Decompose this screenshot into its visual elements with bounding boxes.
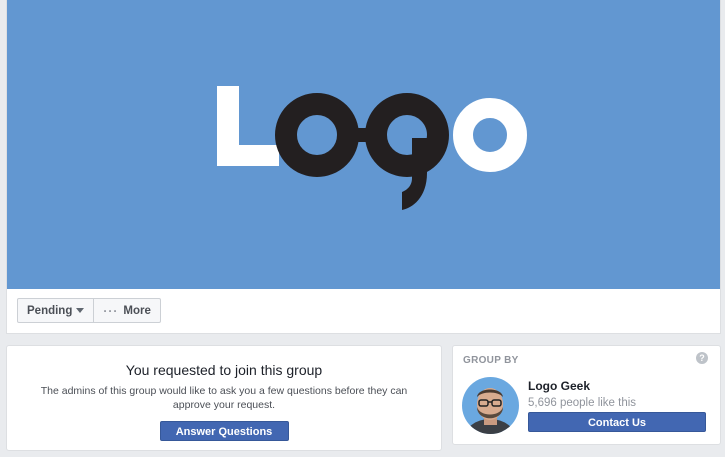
group-action-bar: Pending ··· More [17, 298, 161, 323]
join-request-card: You requested to join this group The adm… [6, 345, 442, 451]
contact-us-button[interactable]: Contact Us [528, 412, 706, 432]
more-dots-icon: ··· [103, 303, 119, 318]
group-by-card: GROUP BY ? Logo Geek 5,696 people like t… [452, 345, 721, 445]
caret-down-icon [76, 308, 85, 313]
cover-photo[interactable] [7, 0, 720, 289]
help-icon[interactable]: ? [696, 352, 708, 364]
pending-label: Pending [27, 304, 73, 317]
cover-card: Pending ··· More [6, 0, 721, 334]
more-label: More [123, 304, 151, 317]
page-name-link[interactable]: Logo Geek [528, 379, 590, 393]
join-subtitle: The admins of this group would like to a… [40, 385, 408, 411]
pending-button[interactable]: Pending [17, 298, 95, 323]
answer-questions-button[interactable]: Answer Questions [159, 421, 289, 441]
more-button[interactable]: ··· More [93, 298, 161, 323]
join-title: You requested to join this group [125, 362, 323, 378]
avatar[interactable] [462, 377, 519, 434]
group-logo [217, 86, 527, 210]
page-likes-count: 5,696 people like this [528, 397, 637, 409]
group-by-heading: GROUP BY [463, 355, 519, 366]
